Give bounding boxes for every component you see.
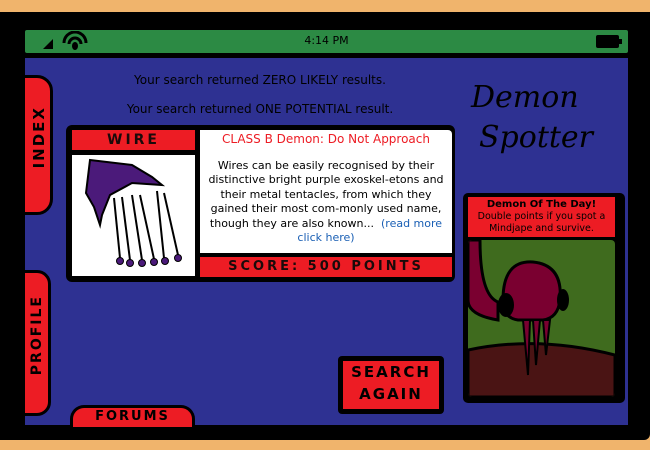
demon-of-the-day-header: Demon Of The Day! Double points if you sp… xyxy=(468,197,615,237)
demon-name: WIRE xyxy=(72,130,195,150)
tab-index[interactable]: INDEX xyxy=(22,75,53,215)
search-again-button[interactable]: SEARCH AGAIN xyxy=(343,361,439,409)
mindjape-image xyxy=(468,240,615,397)
demon-image xyxy=(72,155,195,276)
likely-results-text: Your search returned ZERO LIKELY results… xyxy=(134,73,386,87)
battery-icon xyxy=(596,35,622,48)
status-bar: 4:14 PM xyxy=(25,30,628,53)
score-label: SCORE: 500 POINTS xyxy=(200,257,452,277)
potential-results-text: Your search returned ONE POTENTIAL resul… xyxy=(126,102,394,116)
mindjape-illustration xyxy=(468,240,615,397)
tab-profile[interactable]: PROFILE xyxy=(22,270,51,416)
app-logo: Demon Spotter xyxy=(471,80,594,155)
clock: 4:14 PM xyxy=(304,34,349,47)
demon-class-label: CLASS B Demon: Do Not Approach xyxy=(221,132,430,146)
wire-demon-illustration xyxy=(84,158,182,267)
demon-description-panel: CLASS B Demon: Do Not Approach Wires can… xyxy=(200,130,452,253)
tab-forums[interactable]: FORUMS xyxy=(70,405,195,427)
